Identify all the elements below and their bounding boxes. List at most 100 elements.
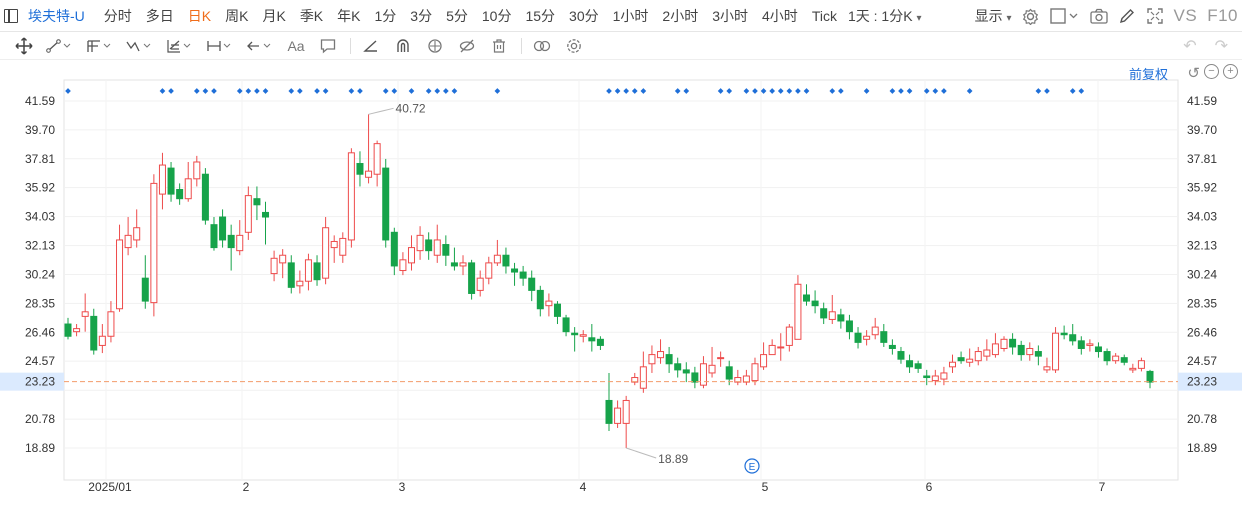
event-marker-icon[interactable]	[262, 88, 269, 94]
candle-body[interactable]	[966, 358, 974, 363]
zoom-out-icon[interactable]: −	[1204, 64, 1219, 79]
candle-body[interactable]	[1009, 338, 1017, 348]
candle-body[interactable]	[236, 234, 244, 252]
fullscreen-icon[interactable]	[1146, 7, 1164, 25]
candle-body[interactable]	[365, 170, 373, 178]
candle-body[interactable]	[768, 344, 776, 356]
f10-button[interactable]: F10	[1207, 6, 1238, 26]
pencil-icon[interactable]	[1118, 7, 1136, 25]
period-tab[interactable]: 季K	[293, 6, 330, 26]
event-marker-icon[interactable]	[357, 88, 363, 94]
candle-body[interactable]	[1017, 344, 1025, 356]
candle-body[interactable]	[167, 167, 175, 195]
candle-body[interactable]	[407, 247, 415, 264]
event-marker-icon[interactable]	[623, 88, 630, 94]
candle-body[interactable]	[459, 262, 467, 267]
candle-body[interactable]	[519, 271, 527, 279]
candle-body[interactable]	[227, 234, 235, 249]
event-marker-icon[interactable]	[408, 88, 415, 94]
move-cross-icon[interactable]	[14, 36, 34, 56]
candle-body[interactable]	[803, 294, 811, 302]
candle-body[interactable]	[176, 189, 184, 200]
event-marker-icon[interactable]	[769, 88, 775, 94]
event-marker-icon[interactable]	[898, 88, 904, 94]
candle-body[interactable]	[399, 259, 407, 272]
candle-body[interactable]	[304, 259, 312, 282]
event-marker-icon[interactable]	[932, 88, 939, 94]
candle-body[interactable]	[991, 343, 999, 356]
candle-body[interactable]	[923, 375, 931, 379]
candle-body[interactable]	[193, 161, 201, 180]
candle-body[interactable]	[1000, 338, 1008, 349]
event-marker-icon[interactable]	[322, 88, 329, 94]
candle-body[interactable]	[820, 308, 828, 319]
event-marker-icon[interactable]	[159, 88, 166, 94]
candle-body[interactable]	[330, 240, 338, 249]
comment-icon[interactable]	[318, 36, 338, 56]
wave-icon[interactable]	[126, 36, 154, 56]
event-marker-icon[interactable]	[829, 88, 836, 94]
layout-select-icon[interactable]	[1049, 7, 1080, 25]
candle-body[interactable]	[219, 216, 227, 241]
candle-body[interactable]	[73, 328, 81, 333]
event-marker-icon[interactable]	[777, 88, 784, 94]
event-marker-icon[interactable]	[1069, 88, 1076, 94]
candle-body[interactable]	[940, 372, 948, 380]
event-marker-icon[interactable]	[1035, 88, 1042, 94]
zoom-in-icon[interactable]: +	[1223, 64, 1238, 79]
candle-body[interactable]	[1069, 334, 1077, 342]
candle-body[interactable]	[897, 351, 905, 360]
event-marker-icon[interactable]	[726, 88, 733, 94]
candle-body[interactable]	[588, 337, 596, 342]
candle-body[interactable]	[914, 363, 922, 369]
period-tab[interactable]: 周K	[218, 6, 255, 26]
event-marker-icon[interactable]	[631, 88, 638, 94]
angle-icon[interactable]	[361, 36, 381, 56]
candle-body[interactable]	[794, 283, 802, 340]
candle-body[interactable]	[339, 237, 347, 256]
period-tab[interactable]: Tick	[805, 8, 844, 24]
chart-area[interactable]: 41.59 41.59 39.70 39.70 37.81 37.81 35.92 35.92…	[0, 60, 1242, 510]
candle-body[interactable]	[639, 366, 647, 389]
drawing-settings-icon[interactable]	[564, 36, 584, 56]
event-marker-icon[interactable]	[640, 88, 647, 94]
event-marker-icon[interactable]	[382, 88, 389, 94]
show-button[interactable]: 显示 ▾	[975, 6, 1012, 26]
candle-body[interactable]	[674, 363, 682, 371]
event-marker-icon[interactable]	[193, 88, 200, 94]
candle-body[interactable]	[1086, 343, 1094, 346]
trend-line-icon[interactable]	[46, 36, 74, 56]
period-tab[interactable]: 日K	[181, 6, 218, 26]
candle-body[interactable]	[1129, 367, 1137, 371]
candle-body[interactable]	[553, 303, 561, 317]
candle-body[interactable]	[313, 262, 321, 281]
measure-icon[interactable]	[206, 36, 234, 56]
period-tab[interactable]: 2小时	[655, 6, 705, 26]
event-marker-icon[interactable]	[889, 88, 896, 94]
candle-body[interactable]	[811, 300, 819, 307]
event-marker-icon[interactable]	[786, 88, 793, 94]
candlestick-chart[interactable]: 41.59 41.59 39.70 39.70 37.81 37.81 35.92 35.92…	[0, 60, 1242, 510]
event-marker-icon[interactable]	[717, 88, 724, 94]
candle-body[interactable]	[262, 211, 270, 218]
candle-body[interactable]	[983, 349, 991, 357]
candle-body[interactable]	[442, 244, 450, 256]
event-marker-icon[interactable]	[674, 88, 681, 94]
candle-body[interactable]	[511, 268, 519, 273]
candle-body[interactable]	[133, 227, 141, 241]
candle-body[interactable]	[682, 369, 690, 374]
candle-body[interactable]	[1112, 355, 1120, 362]
candle-body[interactable]	[1077, 340, 1085, 349]
event-marker-icon[interactable]	[606, 88, 612, 94]
period-tab[interactable]: 多日	[139, 6, 181, 26]
event-marker-icon[interactable]	[803, 88, 810, 94]
event-marker-icon[interactable]	[494, 88, 501, 94]
event-marker-icon[interactable]	[297, 88, 303, 94]
candle-body[interactable]	[545, 300, 553, 307]
symbol-name[interactable]: 埃夫特-U	[28, 6, 85, 26]
period-tab[interactable]: 月K	[255, 6, 292, 26]
candle-body[interactable]	[347, 152, 355, 241]
candle-body[interactable]	[184, 178, 192, 200]
event-marker-icon[interactable]	[202, 88, 209, 94]
candle-body[interactable]	[622, 399, 630, 424]
